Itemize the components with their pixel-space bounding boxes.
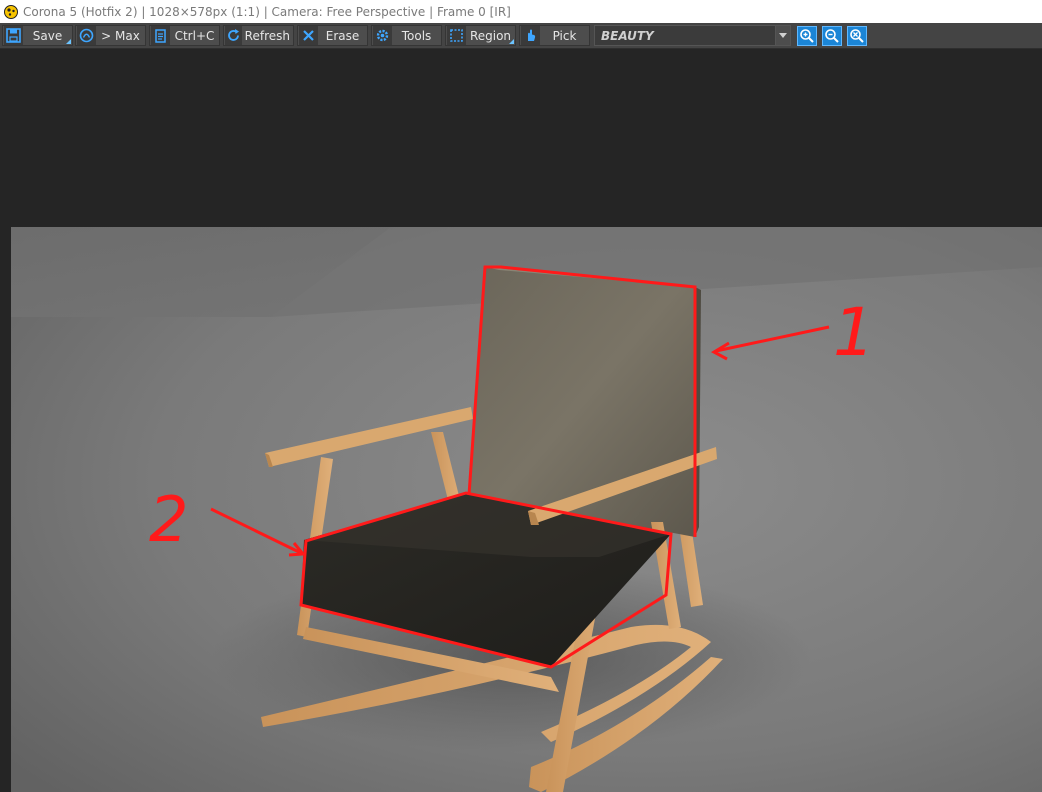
refresh-icon (225, 26, 242, 45)
tools-label: Tools (401, 28, 432, 43)
clipboard-icon (151, 26, 170, 45)
region-dropdown-indicator (509, 39, 514, 44)
zoom-in-button[interactable] (797, 26, 817, 46)
rendered-image[interactable]: 1 2 (11, 227, 1042, 792)
annotation-label-2: 2 (149, 483, 188, 556)
save-dropdown-indicator (66, 39, 71, 44)
zoom-fit-button[interactable] (847, 26, 867, 46)
copy-button[interactable]: Ctrl+C (149, 25, 220, 46)
region-select-icon (447, 26, 466, 45)
pick-label: Pick (552, 28, 577, 43)
pick-button[interactable]: Pick (519, 25, 590, 46)
gear-icon (373, 26, 392, 45)
zoom-in-icon (800, 29, 814, 43)
floppy-disk-icon (4, 26, 23, 45)
region-label: Region (469, 28, 512, 43)
zoom-out-button[interactable] (822, 26, 842, 46)
max-label: > Max (101, 28, 140, 43)
erase-x-icon (299, 26, 318, 45)
save-button[interactable]: Save (2, 25, 73, 46)
zoom-fit-icon (850, 29, 864, 43)
erase-button[interactable]: Erase (297, 25, 368, 46)
corona-logo-icon (4, 4, 18, 19)
region-button[interactable]: Region (445, 25, 516, 46)
annotation-label-1: 1 (833, 294, 875, 371)
tools-button[interactable]: Tools (371, 25, 442, 46)
max-logo-icon (77, 26, 96, 45)
hand-pointer-icon (521, 26, 540, 45)
erase-label: Erase (325, 28, 360, 43)
chevron-down-icon (775, 26, 790, 45)
toolbar: Save > Max Ctrl+C Refresh Erase Tools Re… (0, 23, 1042, 49)
zoom-out-icon (825, 29, 839, 43)
window-titlebar: Corona 5 (Hotfix 2) | 1028×578px (1:1) |… (0, 0, 1042, 23)
send-to-max-button[interactable]: > Max (75, 25, 146, 46)
render-element-value: BEAUTY (601, 28, 654, 43)
window-title: Corona 5 (Hotfix 2) | 1028×578px (1:1) |… (23, 4, 511, 19)
save-label: Save (32, 28, 63, 43)
render-element-select[interactable]: BEAUTY (594, 25, 791, 46)
refresh-label: Refresh (244, 28, 290, 43)
refresh-button[interactable]: Refresh (223, 25, 294, 46)
copy-label: Ctrl+C (174, 28, 215, 43)
